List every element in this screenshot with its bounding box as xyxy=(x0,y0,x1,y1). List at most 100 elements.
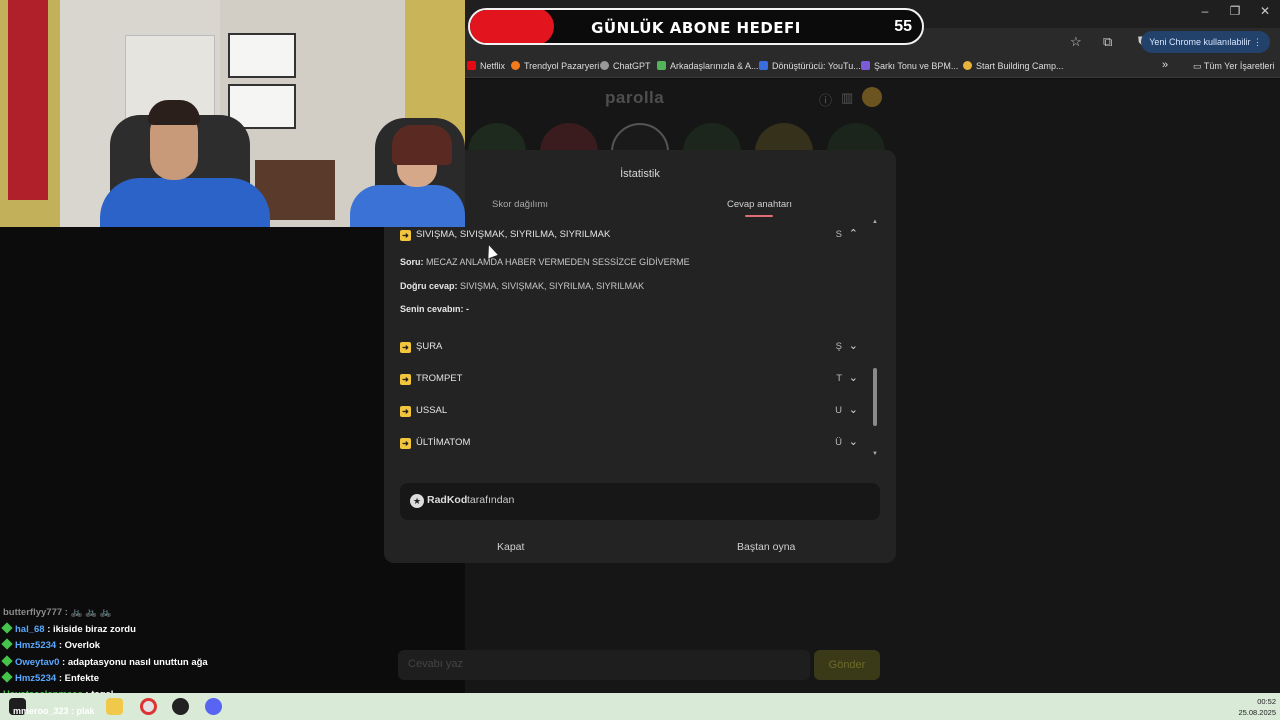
extensions-icon[interactable]: ⧉ xyxy=(1103,34,1112,50)
your-answer-label: Senin cevabın: xyxy=(400,304,464,314)
bookmark-donusturucu[interactable]: Dönüştürücü: YouTu... xyxy=(759,61,861,71)
chrome-update-button[interactable]: Yeni Chrome kullanılabilir ⋮ xyxy=(1141,31,1270,53)
clock-date: 25.08.2025 xyxy=(1238,708,1276,717)
music-icon xyxy=(861,61,870,70)
chat-text: Overlok xyxy=(64,640,101,651)
star-icon: ★ xyxy=(410,494,424,508)
arrow-right-icon: ➜ xyxy=(400,230,411,241)
answer-item[interactable]: ➜ ÜLTİMATOM Ü ⌄ xyxy=(400,436,860,451)
wall-art xyxy=(228,33,296,78)
scroll-down-arrow[interactable]: ▼ xyxy=(872,451,878,457)
avatar-icon[interactable] xyxy=(862,87,882,107)
badge-icon xyxy=(1,671,13,683)
bookmark-chatgpt[interactable]: ChatGPT xyxy=(600,61,651,71)
answer-letter: Ü xyxy=(835,437,842,448)
submit-answer-button[interactable]: Gönder xyxy=(814,650,880,680)
converter-icon xyxy=(759,61,768,70)
correct-text: SIVIŞMA, SIVIŞMAK, SIYRILMA, SIYRILMAK xyxy=(460,281,645,291)
scroll-up-arrow[interactable]: ▲ xyxy=(872,219,878,225)
arrow-right-icon: ➜ xyxy=(400,374,411,385)
netflix-icon xyxy=(467,61,476,70)
bookmark-label: ChatGPT xyxy=(613,61,651,71)
chat-username: Hmz5234 xyxy=(15,640,57,651)
active-tab-indicator xyxy=(745,215,773,217)
close-window-button[interactable]: ✕ xyxy=(1250,4,1280,18)
overlay-username: mmeroo_323 xyxy=(13,706,69,716)
chevron-down-icon: ⌄ xyxy=(848,372,858,384)
stats-icon[interactable]: ▥ xyxy=(841,90,853,106)
bookmark-start-building[interactable]: Start Building Camp... xyxy=(963,61,1064,71)
answer-word: TROMPET xyxy=(416,373,463,384)
clock-time: 00:52 xyxy=(1257,697,1276,706)
credit-suffix: tarafından xyxy=(467,494,515,506)
chrome-icon[interactable] xyxy=(140,698,157,715)
minimize-button[interactable]: – xyxy=(1190,4,1220,18)
answer-item-expanded[interactable]: ➜ SIVIŞMA, SIVIŞMAK, SIYRILMA, SIYRILMAK… xyxy=(400,228,860,243)
streamer-hair xyxy=(148,100,200,125)
bookmark-star-icon[interactable]: ☆ xyxy=(1070,34,1082,50)
badge-icon xyxy=(1,622,13,634)
chat-username: hal_68 xyxy=(15,624,45,635)
chat-username: Hmz5234 xyxy=(15,673,57,684)
answer-input[interactable]: Cevabı yaz xyxy=(398,650,810,680)
obs-icon[interactable] xyxy=(172,698,189,715)
restart-button[interactable]: Baştan oyna xyxy=(737,541,795,553)
info-icon[interactable]: ⓘ xyxy=(819,90,832,109)
answer-item[interactable]: ➜ TROMPET T ⌄ xyxy=(400,372,860,387)
arrow-right-icon: ➜ xyxy=(400,406,411,417)
goal-count: 55 xyxy=(894,18,912,35)
all-bookmarks-label: Tüm Yer İşaretleri xyxy=(1203,61,1275,71)
chat-text: Enfekte xyxy=(64,673,99,684)
overlay-message: plak xyxy=(76,706,95,716)
screen: – ❐ ✕ ☆ ⧉ ⛊ Yeni Chrome kullanılabilir ⋮… xyxy=(0,0,1280,720)
answer-letter: Ş xyxy=(835,341,842,352)
bookmark-label: Şarkı Tonu ve BPM... xyxy=(874,61,959,71)
red-light xyxy=(8,0,48,200)
bookmark-label: Trendyol Pazaryeri xyxy=(524,61,600,71)
bookmark-netflix[interactable]: Netflix xyxy=(467,61,505,71)
chevron-down-icon: ⌄ xyxy=(848,340,858,352)
answer-item[interactable]: ➜ USSAL U ⌄ xyxy=(400,404,860,419)
bookmarks-more-button[interactable]: » xyxy=(1162,59,1168,71)
bookmark-trendyol[interactable]: Trendyol Pazaryeri xyxy=(511,61,599,71)
tab-skor-dagilimi[interactable]: Skor dağılımı xyxy=(492,199,548,210)
question-line: Soru: MECAZ ANLAMDA HABER VERMEDEN SESSİ… xyxy=(400,257,690,267)
bookmark-arkadaslar[interactable]: Arkadaşlarınızla & A... xyxy=(657,61,759,71)
chatgpt-icon xyxy=(600,61,609,70)
guest-hair xyxy=(392,125,452,165)
webcam-feed xyxy=(0,0,465,227)
bookmark-sarki-tonu[interactable]: Şarkı Tonu ve BPM... xyxy=(861,61,958,71)
answer-letter: T xyxy=(836,373,842,384)
chrome-update-label: Yeni Chrome kullanılabilir xyxy=(1149,37,1251,47)
answer-item[interactable]: ➜ ŞURA Ş ⌄ xyxy=(400,340,860,355)
chat-username: butterflyy777 xyxy=(3,607,63,618)
file-explorer-icon[interactable] xyxy=(106,698,123,715)
correct-label: Doğru cevap: xyxy=(400,281,458,291)
game-icon xyxy=(657,61,666,70)
all-bookmarks-folder[interactable]: ▭ Tüm Yer İşaretleri xyxy=(1193,61,1274,72)
chevron-down-icon: ⌄ xyxy=(848,404,858,416)
tab-cevap-anahtari[interactable]: Cevap anahtarı xyxy=(727,199,792,210)
chat-message: Oweytav0 : adaptasyonu nasıl unuttun ağa xyxy=(1,655,208,668)
close-button[interactable]: Kapat xyxy=(497,541,524,553)
discord-icon[interactable] xyxy=(205,698,222,715)
chevron-up-icon: ⌃ xyxy=(848,228,858,240)
emote-icons: 🚲 🚲 🚲 xyxy=(70,607,112,618)
answer-word: SIVIŞMA, SIVIŞMAK, SIYRILMA, SIYRILMAK xyxy=(416,229,611,240)
bookmark-label: Arkadaşlarınızla & A... xyxy=(670,61,759,71)
system-clock[interactable]: 00:52 25.08.2025 xyxy=(1238,696,1276,718)
answer-word: ÜLTİMATOM xyxy=(416,437,471,448)
scrollbar-thumb[interactable] xyxy=(873,368,877,426)
bookmarks-bar: Netflix Trendyol Pazaryeri ChatGPT Arkad… xyxy=(465,56,1280,78)
arrow-right-icon: ➜ xyxy=(400,438,411,449)
chat-message: butterflyy777 : 🚲 🚲 🚲 xyxy=(3,607,112,618)
answer-word: USSAL xyxy=(416,405,448,416)
answer-word: ŞURA xyxy=(416,341,443,352)
your-answer-line: Senin cevabın: - xyxy=(400,304,469,314)
restore-button[interactable]: ❐ xyxy=(1220,4,1250,18)
credit-author[interactable]: RadKod xyxy=(427,494,467,506)
bookmark-label: Start Building Camp... xyxy=(976,61,1064,71)
question-text: MECAZ ANLAMDA HABER VERMEDEN SESSİZCE Gİ… xyxy=(426,257,690,267)
overlay-chat-text: mmeroo_323 : plak xyxy=(13,706,95,716)
bookmark-label: Netflix xyxy=(480,61,506,71)
